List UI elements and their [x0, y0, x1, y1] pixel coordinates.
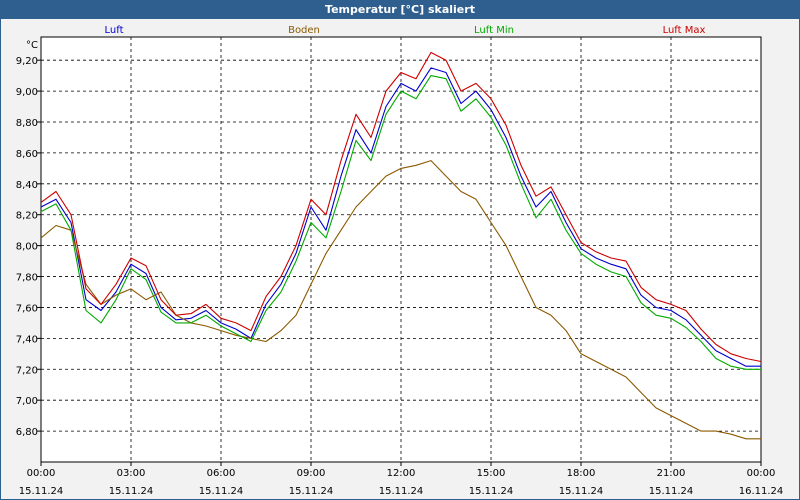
y-tick-label: 9,00: [16, 87, 38, 98]
x-tick-date: 15.11.24: [19, 486, 64, 497]
x-tick-date: 15.11.24: [199, 486, 244, 497]
x-tick-date: 15.11.24: [559, 486, 604, 497]
x-tick-time: 00:00: [747, 468, 776, 479]
legend-entry: Luft Max: [663, 25, 706, 36]
y-tick-label: 7,00: [16, 396, 38, 407]
y-tick-label: 8,00: [16, 242, 38, 253]
x-tick-date: 15.11.24: [289, 486, 334, 497]
x-tick-time: 03:00: [117, 468, 146, 479]
chart-area: 6,80 7,00 7,20 7,40 7,60 7,80 8,00 8,20 8,40 8,60…: [16, 25, 784, 497]
x-tick-time: 06:00: [207, 468, 236, 479]
y-tick-label: 7,80: [16, 273, 38, 284]
legend-entry: Luft Min: [474, 25, 514, 36]
x-tick-time: 18:00: [567, 468, 596, 479]
y-tick-label: 9,20: [16, 56, 38, 67]
legend-entry: Luft: [105, 25, 124, 36]
y-tick-label: 8,40: [16, 180, 38, 191]
x-tick-time: 15:00: [477, 468, 506, 479]
x-tick-time: 00:00: [27, 468, 56, 479]
y-tick-label: 8,20: [16, 211, 38, 222]
x-tick-date: 15.11.24: [109, 486, 154, 497]
x-tick-date: 15.11.24: [379, 486, 424, 497]
y-tick-label: 7,20: [16, 365, 38, 376]
x-tick-date: 15.11.24: [649, 486, 694, 497]
y-tick-label: 7,40: [16, 334, 38, 345]
x-tick-time: 12:00: [387, 468, 416, 479]
x-tick-time: 09:00: [297, 468, 326, 479]
y-tick-label: 6,80: [16, 427, 38, 438]
x-tick-time: 21:00: [657, 468, 686, 479]
y-tick-label: 7,60: [16, 303, 38, 314]
x-tick-date: 15.11.24: [469, 486, 514, 497]
window-title: Temperatur [°C] skaliert: [1, 1, 799, 19]
chart-window: Temperatur [°C] skaliert 6,80 7,00 7,20 7,4…: [0, 0, 800, 500]
legend-entry: Boden: [288, 25, 320, 36]
y-tick-label: 8,80: [16, 118, 38, 129]
y-tick-label: 8,60: [16, 149, 38, 160]
x-tick-date: 16.11.24: [739, 486, 784, 497]
y-axis-unit: °C: [26, 40, 38, 51]
